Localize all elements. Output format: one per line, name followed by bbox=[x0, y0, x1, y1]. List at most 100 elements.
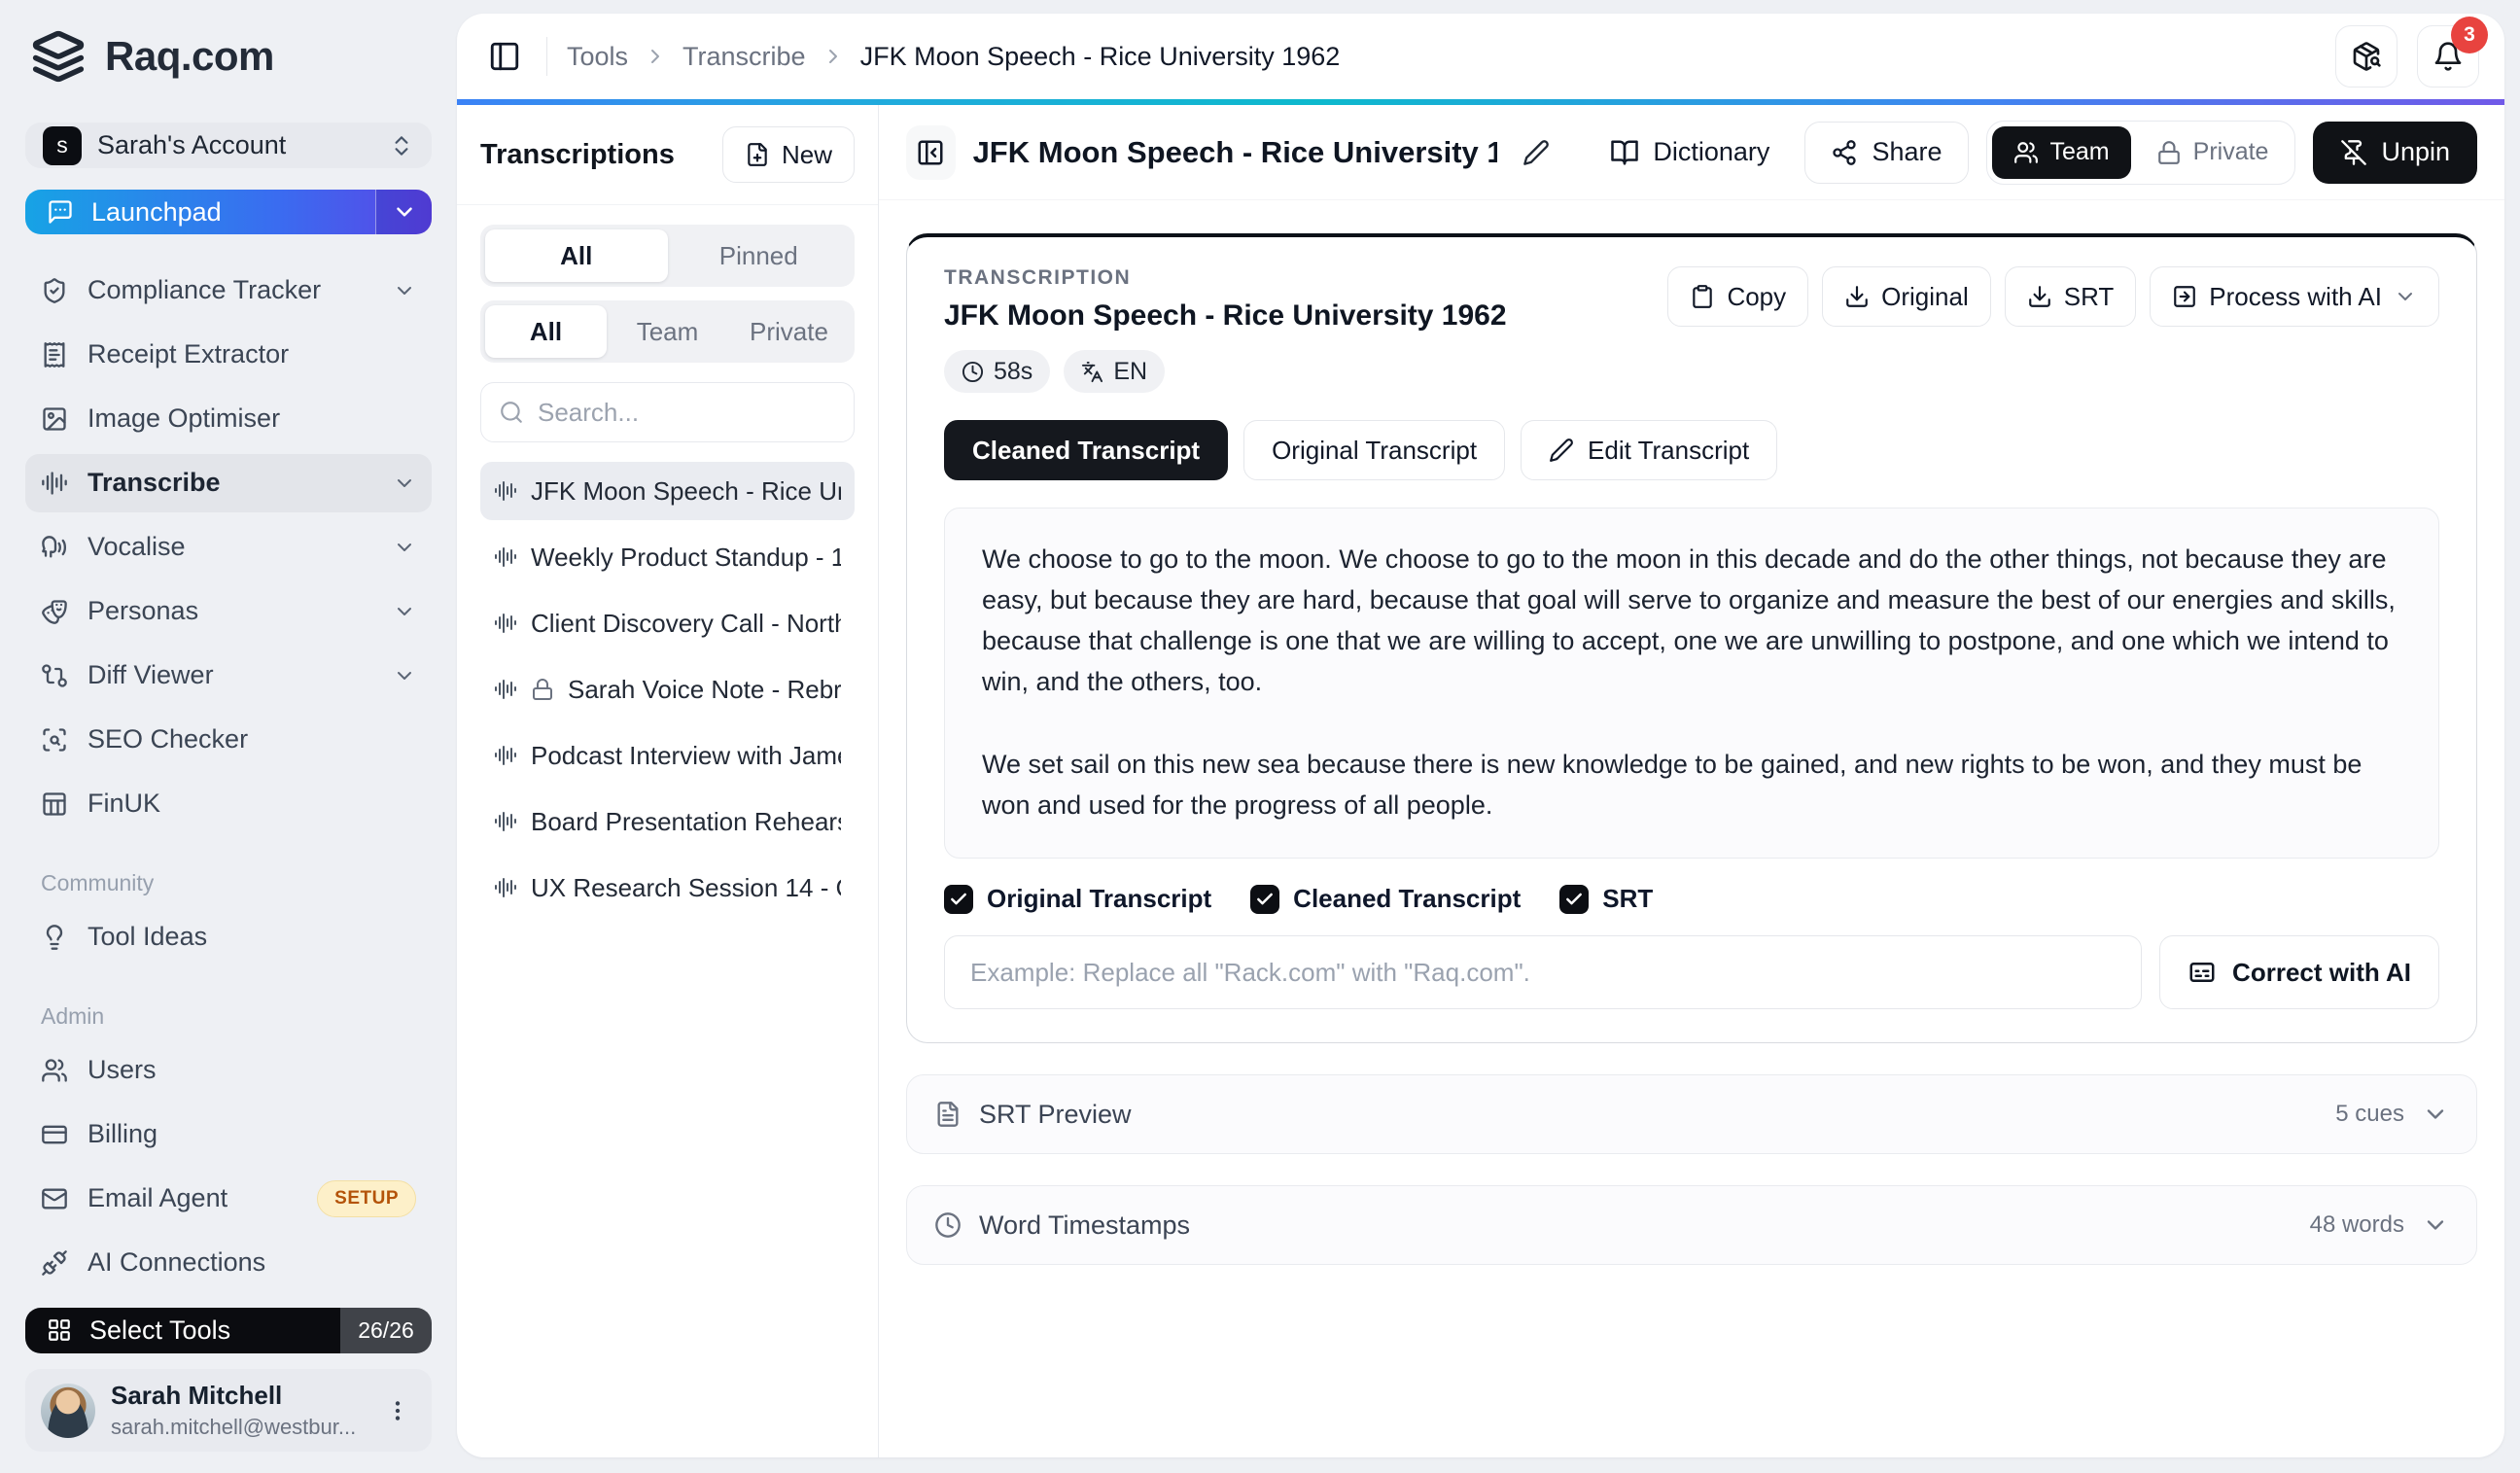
sidebar-item-tool-ideas[interactable]: Tool Ideas bbox=[25, 908, 432, 966]
checkbox-srt[interactable]: SRT bbox=[1559, 884, 1653, 914]
detail-header: JFK Moon Speech - Rice University 1962 D… bbox=[879, 105, 2504, 200]
search-input[interactable] bbox=[538, 398, 863, 428]
tab-pinned[interactable]: Pinned bbox=[668, 229, 851, 282]
sidebar-toggle-button[interactable] bbox=[482, 34, 527, 79]
checkbox-cleaned-transcript[interactable]: Cleaned Transcript bbox=[1250, 884, 1521, 914]
package-search-icon bbox=[2351, 41, 2382, 72]
profile-name: Sarah Mitchell bbox=[111, 1381, 364, 1411]
list-item[interactable]: Sarah Voice Note - Rebrand T... bbox=[480, 660, 855, 719]
tab-scope-private[interactable]: Private bbox=[728, 305, 850, 358]
select-tools-button[interactable]: Select Tools 26/26 bbox=[25, 1308, 432, 1353]
download-srt-button[interactable]: SRT bbox=[2005, 266, 2137, 327]
new-transcription-button[interactable]: New bbox=[722, 126, 855, 183]
sidebar-item-billing[interactable]: Billing bbox=[25, 1105, 432, 1164]
sidebar-item-image-optimiser[interactable]: Image Optimiser bbox=[25, 390, 432, 448]
package-search-button[interactable] bbox=[2335, 25, 2398, 88]
sidebar-item-finuk[interactable]: FinUK bbox=[25, 775, 432, 833]
search-icon bbox=[499, 400, 524, 425]
notification-count-badge: 3 bbox=[2451, 17, 2488, 53]
sidebar-nav: Compliance Tracker Receipt Extractor Ima… bbox=[25, 262, 432, 833]
message-square-icon bbox=[47, 198, 74, 226]
download-original-button[interactable]: Original bbox=[1822, 266, 1991, 327]
list-item[interactable]: JFK Moon Speech - Rice Universi... bbox=[480, 462, 855, 520]
sidebar-item-ai-connections[interactable]: AI Connections bbox=[25, 1234, 432, 1292]
unpin-button[interactable]: Unpin bbox=[2313, 122, 2477, 184]
launchpad-main[interactable]: Launchpad bbox=[25, 190, 375, 234]
launchpad-button[interactable]: Launchpad bbox=[25, 190, 432, 234]
chevron-down-icon bbox=[2394, 285, 2417, 308]
visibility-private[interactable]: Private bbox=[2135, 126, 2291, 179]
list-item[interactable]: Client Discovery Call - Northfield ... bbox=[480, 594, 855, 652]
tab-edit-transcript[interactable]: Edit Transcript bbox=[1521, 420, 1777, 480]
profile-card[interactable]: Sarah Mitchell sarah.mitchell@westbur... bbox=[25, 1369, 432, 1452]
tab-scope-team[interactable]: Team bbox=[607, 305, 728, 358]
dictionary-button[interactable]: Dictionary bbox=[1592, 123, 1787, 183]
breadcrumb-transcribe[interactable]: Transcribe bbox=[682, 42, 806, 72]
chevron-down-icon bbox=[393, 472, 416, 495]
profile-text: Sarah Mitchell sarah.mitchell@westbur... bbox=[111, 1381, 364, 1440]
sidebar-item-email-agent[interactable]: Email Agent SETUP bbox=[25, 1170, 432, 1228]
chevron-down-icon bbox=[393, 600, 416, 623]
section-admin: Admin bbox=[25, 1003, 432, 1030]
tab-scope-all[interactable]: All bbox=[485, 305, 607, 358]
visibility-team[interactable]: Team bbox=[1992, 126, 2131, 179]
mail-icon bbox=[41, 1185, 68, 1212]
scan-search-icon bbox=[41, 726, 68, 754]
list-item[interactable]: UX Research Session 14 - Onboar... bbox=[480, 859, 855, 917]
edit-title-button[interactable] bbox=[1515, 131, 1558, 174]
transcriptions-header: Transcriptions New bbox=[457, 105, 878, 205]
transcript-paragraph: We choose to go to the moon. We choose t… bbox=[982, 540, 2401, 702]
users-icon bbox=[41, 1057, 68, 1084]
tab-all[interactable]: All bbox=[485, 229, 668, 282]
list-item[interactable]: Weekly Product Standup - 17 Feb bbox=[480, 528, 855, 586]
drama-masks-icon bbox=[41, 598, 68, 625]
checkbox-original-transcript[interactable]: Original Transcript bbox=[944, 884, 1211, 914]
select-tools-label: Select Tools bbox=[89, 1315, 230, 1346]
export-options: Original Transcript Cleaned Transcript S… bbox=[944, 884, 2439, 914]
sidebar-item-seo-checker[interactable]: SEO Checker bbox=[25, 711, 432, 769]
breadcrumb-tools[interactable]: Tools bbox=[567, 42, 628, 72]
breadcrumb-current: JFK Moon Speech - Rice University 1962 bbox=[860, 42, 1341, 72]
table-icon bbox=[41, 790, 68, 818]
share-button[interactable]: Share bbox=[1804, 122, 1968, 184]
process-with-ai-button[interactable]: Process with AI bbox=[2150, 266, 2439, 327]
sidebar-item-personas[interactable]: Personas bbox=[25, 582, 432, 641]
launchpad-expand[interactable] bbox=[375, 190, 432, 234]
tab-original-transcript[interactable]: Original Transcript bbox=[1243, 420, 1505, 480]
list-item[interactable]: Podcast Interview with James Th... bbox=[480, 726, 855, 785]
correction-input[interactable] bbox=[944, 935, 2142, 1009]
section-community: Community bbox=[25, 870, 432, 896]
account-avatar: s bbox=[43, 126, 82, 165]
notifications-button[interactable]: 3 bbox=[2417, 25, 2479, 88]
filter-scope: All Team Private bbox=[480, 300, 855, 363]
launchpad-label: Launchpad bbox=[91, 197, 222, 228]
copy-button[interactable]: Copy bbox=[1667, 266, 1808, 327]
sidebar-item-diff-viewer[interactable]: Diff Viewer bbox=[25, 647, 432, 705]
panel-collapse-button[interactable] bbox=[906, 125, 956, 180]
tab-cleaned-transcript[interactable]: Cleaned Transcript bbox=[944, 420, 1228, 480]
sidebar-item-receipt-extractor[interactable]: Receipt Extractor bbox=[25, 326, 432, 384]
sidebar-item-vocalise[interactable]: Vocalise bbox=[25, 518, 432, 577]
app-root: Raq.com s Sarah's Account Launchpad bbox=[0, 0, 2520, 1473]
account-switcher[interactable]: s Sarah's Account bbox=[25, 123, 432, 168]
sidebar-item-transcribe[interactable]: Transcribe bbox=[25, 454, 432, 512]
word-timestamps-meta: 48 words bbox=[2310, 1211, 2404, 1239]
detail-pane: JFK Moon Speech - Rice University 1962 D… bbox=[879, 105, 2504, 1457]
more-vertical-icon[interactable] bbox=[379, 1392, 416, 1429]
audio-lines-icon bbox=[494, 744, 517, 767]
search-box bbox=[480, 382, 855, 442]
word-timestamps-row[interactable]: Word Timestamps 48 words bbox=[906, 1185, 2477, 1265]
sidebar-item-compliance-tracker[interactable]: Compliance Tracker bbox=[25, 262, 432, 320]
card-eyebrow: TRANSCRIPTION bbox=[944, 266, 1507, 290]
file-text-icon bbox=[934, 1101, 962, 1128]
transcriptions-panel: Transcriptions New All Pinned All Team P… bbox=[457, 105, 879, 1457]
chevron-down-icon bbox=[392, 199, 417, 225]
sidebar-item-users[interactable]: Users bbox=[25, 1041, 432, 1100]
checkbox-checked-icon bbox=[944, 885, 973, 914]
srt-preview-label: SRT Preview bbox=[979, 1100, 2318, 1130]
list-item[interactable]: Board Presentation Rehearsal bbox=[480, 792, 855, 851]
srt-preview-row[interactable]: SRT Preview 5 cues bbox=[906, 1074, 2477, 1154]
transcription-list: JFK Moon Speech - Rice Universi... Weekl… bbox=[457, 442, 878, 936]
select-tools-main[interactable]: Select Tools bbox=[25, 1308, 340, 1353]
correct-with-ai-button[interactable]: Correct with AI bbox=[2159, 935, 2439, 1009]
